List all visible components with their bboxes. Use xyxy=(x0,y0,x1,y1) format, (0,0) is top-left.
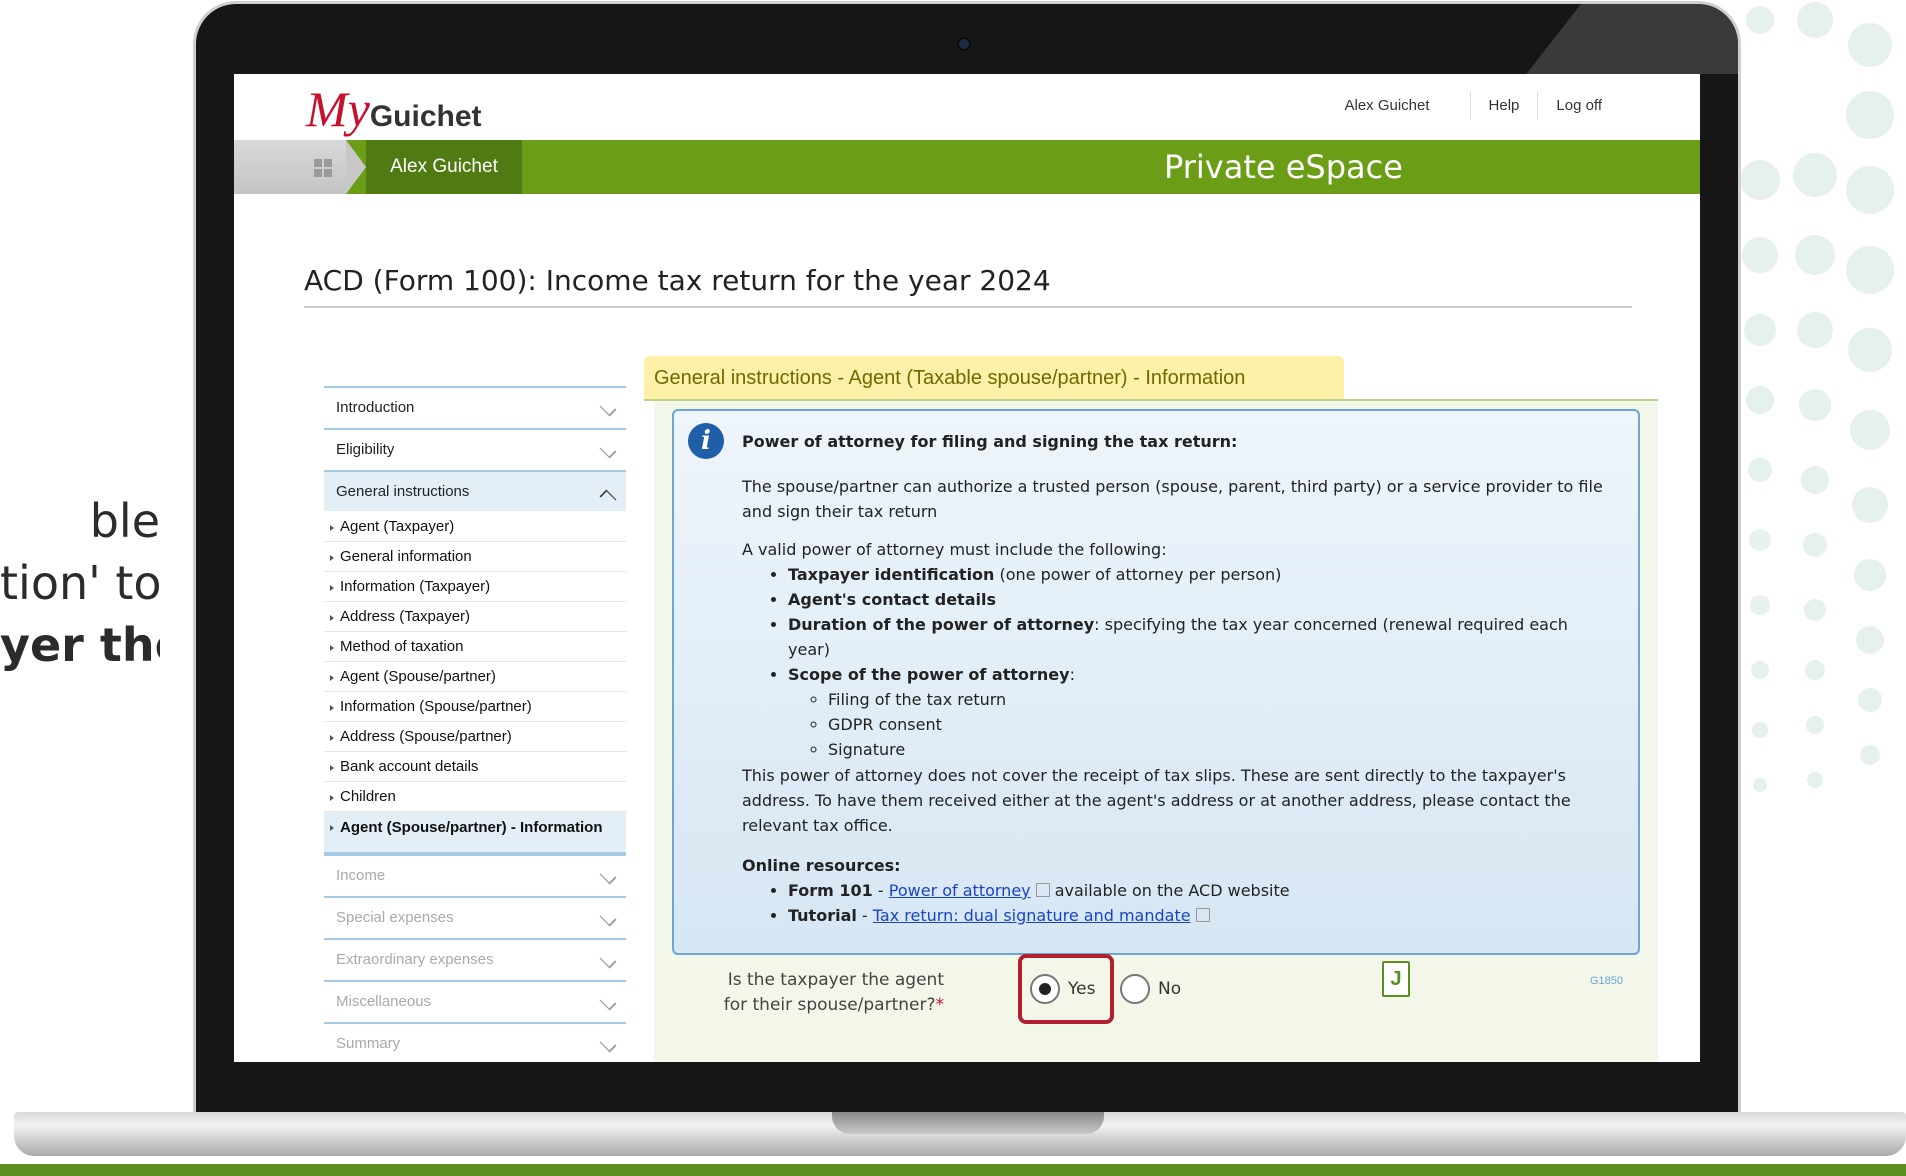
top-links: Alex Guichet Help Log off xyxy=(1326,92,1620,120)
chevron-up-icon xyxy=(599,489,617,507)
chevron-down-icon xyxy=(599,909,617,927)
field-code: G1850 xyxy=(1590,975,1624,987)
content: ACD (Form 100): Income tax return for th… xyxy=(234,194,1700,1062)
nav-section-eligibility[interactable]: Eligibility xyxy=(324,428,626,469)
laptop-notch xyxy=(832,1112,1104,1134)
user-name-link[interactable]: Alex Guichet xyxy=(1326,92,1469,120)
camera-icon xyxy=(959,39,969,49)
side-caption-line: ble xyxy=(89,494,160,548)
info-paragraph: This power of attorney does not cover th… xyxy=(742,766,1571,835)
nav-subitem[interactable]: Bank account details xyxy=(324,752,626,782)
list-item: GDPR consent xyxy=(828,712,1614,737)
chevron-down-icon xyxy=(599,1035,617,1053)
nav-subitem[interactable]: General information xyxy=(324,542,626,572)
list-item: Signature xyxy=(828,737,1614,762)
banner-title: Private eSpace xyxy=(1164,148,1403,186)
list-item: Form 101 - Power of attorney available o… xyxy=(788,878,1614,903)
chevron-down-icon xyxy=(599,993,617,1011)
chevron-down-icon xyxy=(599,399,617,417)
requirements-list: Taxpayer identification (one power of at… xyxy=(742,562,1614,762)
nav-subitem[interactable]: Method of taxation xyxy=(324,632,626,662)
logo-guichet: Guichet xyxy=(369,100,482,133)
no-label[interactable]: No xyxy=(1158,979,1181,999)
side-caption-line: tion' to xyxy=(0,556,160,610)
info-paragraph: A valid power of attorney must include t… xyxy=(742,540,1167,559)
help-document-icon[interactable]: J xyxy=(1382,961,1410,997)
nav-section-extraordinary-expenses[interactable]: Extraordinary expenses xyxy=(324,938,626,979)
list-item: Duration of the power of attorney: speci… xyxy=(788,612,1614,662)
nav-subitem[interactable]: Information (Taxpayer) xyxy=(324,572,626,602)
info-icon: i xyxy=(688,423,724,459)
nav-subitem[interactable]: Information (Spouse/partner) xyxy=(324,692,626,722)
scope-list: Filing of the tax return GDPR consent Si… xyxy=(788,687,1614,762)
bottom-accent-bar xyxy=(0,1164,1906,1176)
top-bar: MyGuichet Alex Guichet Help Log off xyxy=(234,74,1700,140)
nav-subitem[interactable]: Children xyxy=(324,782,626,812)
list-item: Taxpayer identification (one power of at… xyxy=(788,562,1614,587)
nav-subitem[interactable]: Agent (Taxpayer) xyxy=(324,512,626,542)
tutorial-link[interactable]: Tax return: dual signature and mandate xyxy=(873,906,1191,925)
list-item: Scope of the power of attorney: Filing o… xyxy=(788,662,1614,762)
section-header-rule xyxy=(644,399,1658,401)
breadcrumb-user[interactable]: Alex Guichet xyxy=(366,140,522,194)
external-link-icon xyxy=(1035,883,1050,897)
info-heading: Power of attorney for filing and signing… xyxy=(742,432,1238,451)
question-label: Is the taxpayer the agent for their spou… xyxy=(723,970,945,1015)
resources-heading: Online resources: xyxy=(742,856,901,875)
nav-section-general-instructions[interactable]: General instructions xyxy=(324,470,626,511)
chevron-down-icon xyxy=(599,867,617,885)
section-header: General instructions - Agent (Taxable sp… xyxy=(644,356,1344,400)
list-item: Agent's contact details xyxy=(788,587,1614,612)
nav-subitem[interactable]: Address (Taxpayer) xyxy=(324,602,626,632)
list-item: Tutorial - Tax return: dual signature an… xyxy=(788,903,1614,928)
nav-subitem[interactable]: Agent (Spouse/partner) xyxy=(324,662,626,692)
no-radio[interactable] xyxy=(1120,974,1150,1004)
title-divider xyxy=(304,306,1632,308)
nav-subitem-active[interactable]: Agent (Spouse/partner) - Information xyxy=(324,812,626,854)
form-navigation: Introduction Eligibility General instruc… xyxy=(324,386,626,1062)
power-of-attorney-link[interactable]: Power of attorney xyxy=(889,881,1031,900)
logoff-link[interactable]: Log off xyxy=(1537,92,1620,120)
nav-section-income[interactable]: Income xyxy=(324,854,626,895)
myguichet-logo[interactable]: MyGuichet xyxy=(306,80,482,138)
required-marker: * xyxy=(935,995,945,1015)
side-caption-line: yer the xyxy=(0,618,160,672)
screen: MyGuichet Alex Guichet Help Log off Alex… xyxy=(234,74,1700,1062)
external-link-icon xyxy=(1195,908,1210,922)
grid-icon[interactable] xyxy=(314,159,332,177)
list-item: Filing of the tax return xyxy=(828,687,1614,712)
help-link[interactable]: Help xyxy=(1469,92,1538,120)
nav-section-miscellaneous[interactable]: Miscellaneous xyxy=(324,980,626,1021)
lid-glare xyxy=(1526,4,1738,74)
nav-subitem[interactable]: Address (Spouse/partner) xyxy=(324,722,626,752)
nav-section-special-expenses[interactable]: Special expenses xyxy=(324,896,626,937)
chevron-down-icon xyxy=(599,441,617,459)
breadcrumb-arrow xyxy=(346,140,366,194)
logo-my: My xyxy=(306,81,370,137)
info-box: i Power of attorney for filing and signi… xyxy=(672,409,1640,955)
chevron-down-icon xyxy=(599,951,617,969)
yes-radio[interactable] xyxy=(1030,974,1060,1004)
nav-section-introduction[interactable]: Introduction xyxy=(324,386,626,427)
banner: Alex Guichet Private eSpace xyxy=(234,140,1700,194)
nav-section-summary[interactable]: Summary xyxy=(324,1022,626,1062)
info-paragraph: The spouse/partner can authorize a trust… xyxy=(742,477,1603,521)
side-caption: ble tion' to yer the xyxy=(0,490,160,676)
yes-label[interactable]: Yes xyxy=(1068,979,1095,999)
page-title: ACD (Form 100): Income tax return for th… xyxy=(304,264,1051,297)
apps-menu-tab[interactable] xyxy=(234,140,346,194)
resources-list: Form 101 - Power of attorney available o… xyxy=(742,878,1614,928)
